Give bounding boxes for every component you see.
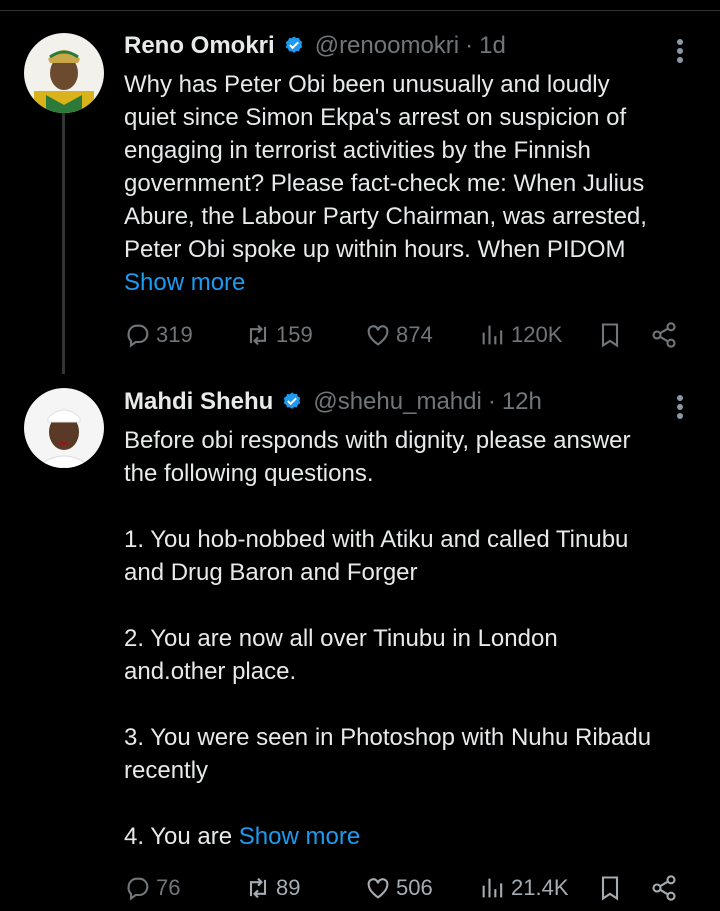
views-button[interactable]: 120K — [479, 318, 562, 352]
verified-badge-icon — [285, 36, 302, 53]
share-button[interactable] — [650, 871, 682, 905]
text-line: the following questions. — [124, 460, 374, 487]
text-line: government? Please fact-check me: When J… — [124, 170, 645, 197]
like-count: 506 — [396, 875, 433, 900]
reply-icon — [127, 877, 149, 901]
show-more-link[interactable]: Show more — [239, 823, 360, 850]
action-bar: 319 159 874 120K — [124, 318, 684, 352]
reply-button[interactable]: 76 — [124, 871, 180, 905]
like-icon — [367, 325, 389, 346]
avatar[interactable] — [24, 388, 104, 468]
author-name[interactable]: Mahdi Shehu — [124, 388, 273, 416]
bookmark-button[interactable] — [596, 318, 628, 352]
author-handle[interactable]: @renoomokri — [315, 32, 459, 60]
text-line: Peter Obi spoke up within hours. When PI… — [124, 236, 626, 263]
views-count: 120K — [511, 322, 563, 347]
repost-icon — [249, 877, 267, 899]
views-icon — [482, 878, 503, 898]
text-line: engaging in terrorist activities by the … — [124, 137, 591, 164]
text-line: Before obi responds with dignity, please… — [124, 427, 631, 454]
views-icon — [482, 325, 503, 345]
views-button[interactable]: 21.4K — [479, 871, 569, 905]
separator-dot: · — [465, 32, 474, 59]
views-count: 21.4K — [511, 875, 569, 900]
verified-badge-icon — [284, 392, 301, 409]
bookmark-button[interactable] — [596, 871, 628, 905]
reply-icon — [127, 324, 149, 348]
thread-connector-line — [62, 112, 65, 374]
repost-icon — [249, 324, 267, 346]
like-count: 874 — [396, 322, 433, 347]
author-handle[interactable]: @shehu_mahdi — [313, 388, 481, 416]
like-icon — [367, 878, 389, 899]
text-line: 4. You are — [124, 823, 239, 850]
text-line: and Drug Baron and Forger — [124, 559, 418, 586]
share-icon — [652, 322, 676, 348]
tweet-text: Before obi responds with dignity, please… — [124, 424, 704, 853]
share-button[interactable] — [650, 318, 682, 352]
text-line: and.other place. — [124, 658, 297, 685]
separator-dot: · — [487, 388, 496, 415]
text-line: Why has Peter Obi been unusually and lou… — [124, 71, 610, 98]
avatar[interactable] — [24, 33, 104, 113]
top-divider — [0, 10, 720, 11]
share-icon — [652, 875, 676, 901]
repost-button[interactable]: 159 — [244, 318, 313, 352]
reply-count: 76 — [156, 875, 181, 900]
more-options-icon[interactable] — [671, 392, 689, 422]
like-button[interactable]: 874 — [364, 318, 433, 352]
text-line: 3. You were seen in Photoshop with Nuhu … — [124, 724, 652, 751]
like-button[interactable]: 506 — [364, 871, 433, 905]
text-line: 2. You are now all over Tinubu in London — [124, 625, 558, 652]
repost-count: 159 — [276, 322, 313, 347]
reply-count: 319 — [156, 322, 193, 347]
action-bar: 76 89 506 21.4K — [124, 871, 684, 905]
text-line: recently — [124, 757, 209, 784]
author-name[interactable]: Reno Omokri — [124, 32, 275, 60]
timestamp[interactable]: 12h — [502, 388, 542, 416]
bookmark-icon — [601, 323, 619, 348]
text-line: quiet since Simon Ekpa's arrest on suspi… — [124, 104, 627, 131]
bookmark-icon — [601, 876, 619, 901]
reply-button[interactable]: 319 — [124, 318, 193, 352]
text-line: Abure, the Labour Party Chairman, was ar… — [124, 203, 647, 230]
more-options-icon[interactable] — [671, 36, 689, 66]
timestamp[interactable]: 1d — [479, 32, 506, 60]
show-more-link[interactable]: Show more — [124, 269, 245, 296]
repost-count: 89 — [276, 875, 301, 900]
tweet-text: Why has Peter Obi been unusually and lou… — [124, 68, 704, 299]
repost-button[interactable]: 89 — [244, 871, 300, 905]
text-line: 1. You hob-nobbed with Atiku and called … — [124, 526, 629, 553]
